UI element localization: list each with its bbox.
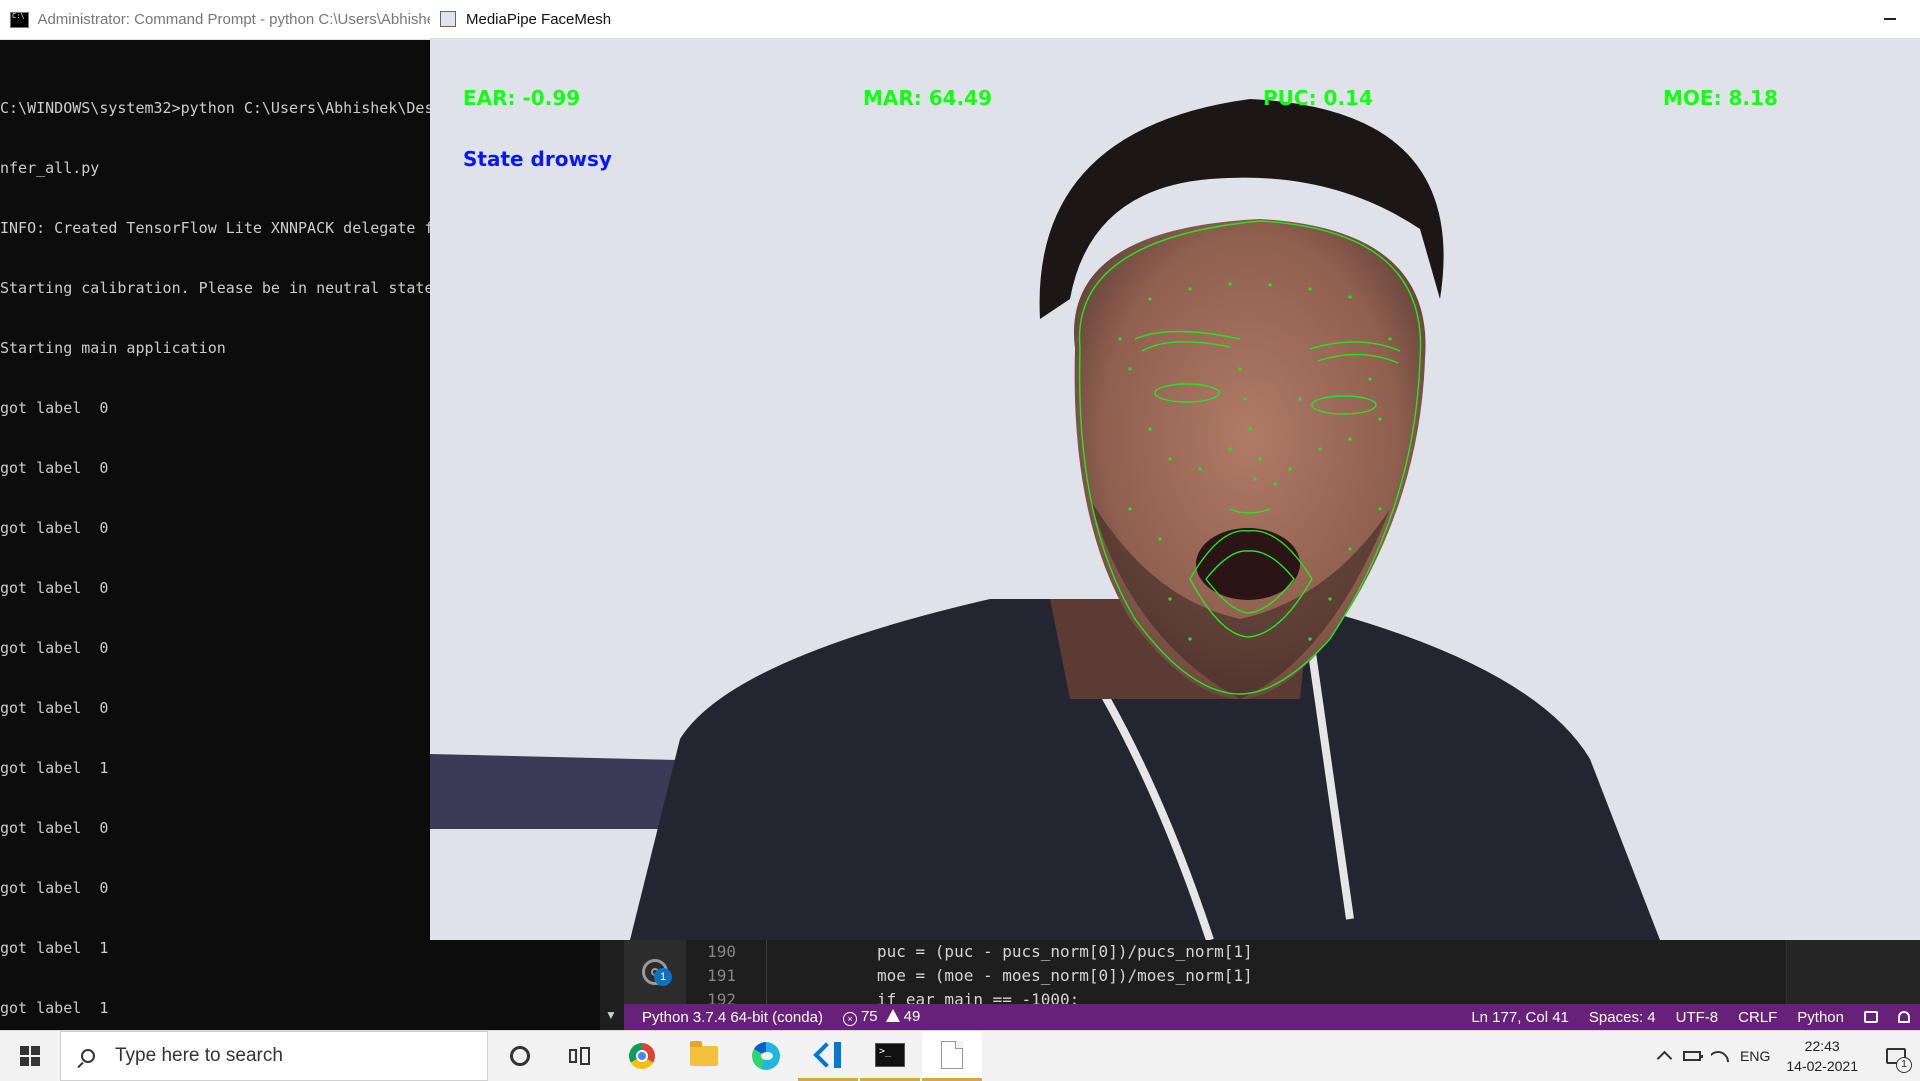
code-line: 191 moe = (moe - moes_norm[0])/moes_norm… [686,964,1786,988]
action-center-button[interactable]: 1 [1872,1031,1920,1081]
file-explorer-button[interactable] [674,1031,734,1081]
code-text[interactable]: if ear_main == -1000: [766,988,1079,1004]
console-line: got label 0 [0,519,109,537]
encoding[interactable]: UTF-8 [1676,1009,1719,1026]
code-editor[interactable]: 190 puc = (puc - pucs_norm[0])/pucs_norm… [686,940,1786,1004]
console-line: got label 0 [0,639,109,657]
console-line: got label 0 [0,819,109,837]
start-button[interactable] [0,1031,60,1081]
mediapipe-window[interactable]: MediaPipe FaceMesh EAR: -0.99 MAR: 64.49… [430,0,1920,940]
settings-badge: 1 [654,968,672,986]
code-text[interactable]: moe = (moe - moes_norm[0])/moes_norm[1] [766,964,1253,988]
chrome-icon [629,1043,655,1069]
camera-feed: EAR: -0.99 MAR: 64.49 PUC: 0.14 MOE: 8.1… [430,39,1920,940]
file-taskbar-button[interactable] [922,1031,982,1081]
console-line: got label 0 [0,459,109,477]
chrome-button[interactable] [612,1031,672,1081]
command-prompt-icon [875,1042,905,1067]
network-button[interactable] [1706,1031,1734,1081]
notification-badge: 1 [1896,1057,1912,1073]
console-line: Starting main application [0,339,226,357]
error-count: 75 [860,1008,878,1025]
chevron-up-icon [1656,1050,1672,1067]
clock[interactable]: 22:43 14-02-2021 [1786,1036,1858,1076]
bell-icon[interactable] [1898,1011,1910,1023]
code-line: 190 puc = (puc - pucs_norm[0])/pucs_norm… [686,940,1786,964]
cortana-icon [510,1046,530,1066]
wifi-icon [1711,1049,1729,1063]
line-number: 192 [707,990,736,1004]
feedback-icon[interactable] [1864,1011,1878,1023]
console-line: got label 0 [0,699,109,717]
drowsiness-state: State drowsy [463,147,612,171]
command-prompt-titlebar[interactable]: Administrator: Command Prompt - python C… [0,0,430,40]
puc-metric: PUC: 0.14 [1263,86,1373,110]
console-line: nfer_all.py [0,159,100,177]
interpreter-selector[interactable]: Python 3.7.4 64-bit (conda) [642,1009,823,1026]
battery-button[interactable] [1678,1031,1706,1081]
mar-metric: MAR: 64.49 [863,86,993,110]
windows-logo-icon [20,1046,40,1066]
console-line: got label 1 [0,759,109,777]
console-line: INFO: Created TensorFlow Lite XNNPACK de… [0,219,430,237]
code-text[interactable]: puc = (puc - pucs_norm[0])/pucs_norm[1] [766,940,1253,964]
task-view-button[interactable] [550,1031,610,1081]
end-of-line[interactable]: CRLF [1738,1009,1777,1026]
edge-button[interactable] [736,1031,796,1081]
console-line: got label 0 [0,399,109,417]
console-line: C:\WINDOWS\system32>python C:\Users\Abhi… [0,99,430,117]
indentation[interactable]: Spaces: 4 [1589,1009,1656,1026]
line-number: 190 [707,942,736,961]
warning-count: 49 [903,1008,921,1025]
command-prompt-title: Administrator: Command Prompt - python C… [37,11,430,28]
problems-indicator[interactable]: × 75 49 [842,1008,921,1026]
language-mode[interactable]: Python [1797,1009,1844,1026]
file-icon [941,1040,963,1069]
warning-icon [885,1009,900,1022]
console-line: got label 0 [0,579,109,597]
input-language[interactable]: ENG [1740,1048,1770,1064]
battery-icon [1683,1051,1704,1061]
console-line: got label 0 [0,879,109,897]
console-line: got label 1 [0,939,109,957]
command-prompt-window[interactable]: Administrator: Command Prompt - python C… [0,0,430,1030]
vscode-icon [815,1041,841,1068]
error-icon: × [842,1012,857,1026]
status-bar: Python 3.7.4 64-bit (conda) × 75 49 Ln 177… [624,1004,1920,1030]
scroll-down-arrow-icon[interactable]: ▼ [605,1008,617,1022]
cortana-button[interactable] [490,1031,550,1081]
search-placeholder: Type here to search [115,1045,283,1066]
minimize-button[interactable] [1876,8,1904,30]
task-view-icon [569,1047,591,1065]
show-hidden-icons-button[interactable] [1650,1031,1678,1081]
taskbar-search[interactable]: Type here to search [60,1031,488,1081]
vscode-taskbar-button[interactable] [798,1031,858,1081]
line-number: 191 [707,966,736,985]
moe-metric: MOE: 8.18 [1663,86,1778,110]
command-prompt-icon [10,11,30,28]
console-line: Starting calibration. Please be in neutr… [0,279,430,297]
clock-date: 14-02-2021 [1786,1058,1858,1074]
code-line: 192 if ear_main == -1000: [686,988,1786,1004]
mediapipe-titlebar[interactable]: MediaPipe FaceMesh [430,0,1920,39]
clock-time: 22:43 [1804,1038,1840,1054]
minimap[interactable] [1786,940,1920,1004]
console-line: got label 1 [0,999,109,1017]
mediapipe-title: MediaPipe FaceMesh [466,10,612,28]
ear-metric: EAR: -0.99 [463,86,581,110]
cmd-taskbar-button[interactable] [860,1031,920,1081]
console-output[interactable]: C:\WINDOWS\system32>python C:\Users\Abhi… [0,58,430,1058]
file-explorer-icon [690,1041,718,1066]
edge-icon [752,1042,780,1070]
window-icon [440,11,456,27]
taskbar: Type here to search ENG 22:43 14-02-2021… [0,1030,1920,1081]
search-icon [81,1049,95,1063]
camera-scene [430,39,1920,940]
cursor-position[interactable]: Ln 177, Col 41 [1471,1009,1569,1026]
system-tray: ENG 22:43 14-02-2021 1 [1650,1031,1920,1081]
